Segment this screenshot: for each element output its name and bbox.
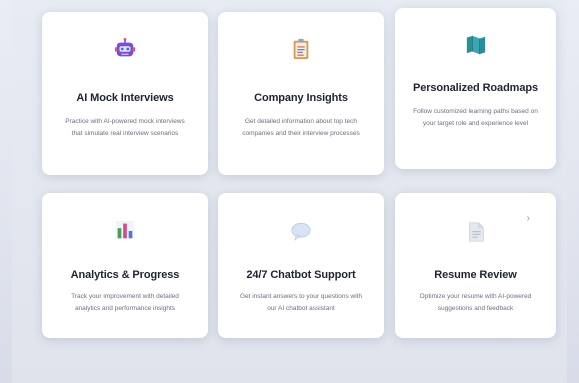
bar-chart-icon [114, 219, 136, 241]
feature-title: Analytics & Progress [70, 269, 180, 281]
feature-description: Track your improvement with detailed ana… [71, 293, 179, 312]
document-icon [465, 221, 487, 243]
map-icon [465, 34, 487, 56]
feature-description: Follow customized learning paths based o… [413, 108, 538, 127]
feature-card-chatbot-support[interactable]: 24/7 Chatbot Support Get instant answers… [218, 193, 384, 338]
feature-description: Get instant answers to your questions wi… [239, 293, 363, 312]
feature-card-analytics-progress[interactable]: Analytics & Progress Track your improvem… [42, 193, 208, 338]
feature-description: Get detailed information about top tech … [242, 118, 360, 137]
feature-title: Resume Review [434, 269, 517, 281]
feature-card-personalized-roadmaps[interactable]: Personalized Roadmaps Follow customized … [395, 8, 556, 169]
feature-title: 24/7 Chatbot Support [246, 269, 356, 281]
robot-icon [114, 38, 136, 60]
feature-title: AI Mock Interviews [76, 92, 174, 104]
feature-card-company-insights[interactable]: Company Insights Get detailed informatio… [218, 12, 384, 175]
speech-bubble-icon [290, 221, 312, 243]
feature-card-ai-mock-interviews[interactable]: AI Mock Interviews Practice with AI-powe… [42, 12, 208, 175]
cursor-mark-icon: › [526, 213, 530, 224]
feature-description: Optimize your resume with AI-powered sug… [419, 293, 532, 312]
feature-card-resume-review[interactable]: Resume Review Optimize your resume with … [395, 193, 556, 338]
feature-title: Personalized Roadmaps [412, 82, 539, 94]
feature-title: Company Insights [254, 92, 348, 104]
clipboard-icon [290, 38, 312, 60]
feature-description: Practice with AI-powered mock interviews… [65, 118, 185, 137]
